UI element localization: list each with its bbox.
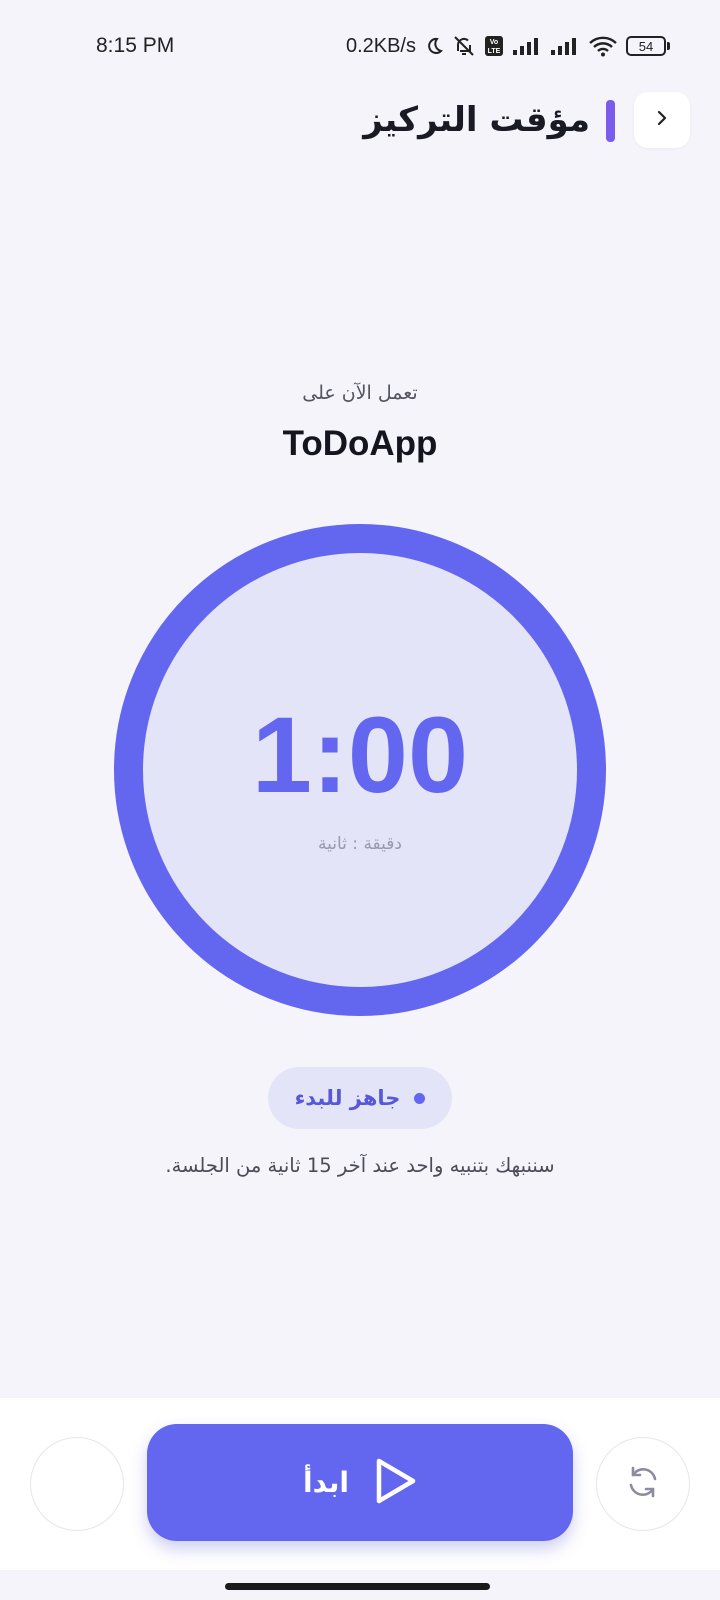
status-time: 8:15 PM bbox=[96, 34, 175, 57]
status-bar: 8:15 PM 0.2KB/s Vo LTE 54 bbox=[0, 0, 720, 92]
task-name: ToDoApp bbox=[282, 424, 438, 463]
battery-level: 54 bbox=[626, 36, 666, 56]
secondary-circle-button[interactable] bbox=[30, 1437, 124, 1531]
battery-icon: 54 bbox=[626, 36, 670, 56]
back-button[interactable] bbox=[634, 92, 690, 148]
reset-button[interactable] bbox=[596, 1437, 690, 1531]
status-icons: 0.2KB/s Vo LTE 54 bbox=[346, 34, 670, 58]
timer-units-label: دقيقة : ثانية bbox=[318, 834, 402, 854]
chevron-right-icon bbox=[652, 108, 672, 132]
signal-icon bbox=[512, 36, 542, 56]
alert-notice: سننبهك بتنبيه واحد عند آخر 15 ثانية من ا… bbox=[165, 1154, 555, 1177]
timer-value: 1:00 bbox=[251, 694, 469, 815]
volte-icon: Vo LTE bbox=[484, 35, 504, 57]
status-dot-icon bbox=[414, 1092, 426, 1104]
bell-off-icon bbox=[452, 34, 476, 58]
play-icon bbox=[373, 1457, 417, 1509]
network-speed: 0.2KB/s bbox=[345, 34, 416, 57]
status-badge: جاهز للبدء bbox=[268, 1067, 452, 1129]
svg-text:LTE: LTE bbox=[488, 48, 501, 55]
signal-icon bbox=[550, 36, 580, 56]
moon-icon bbox=[424, 36, 444, 56]
svg-text:Vo: Vo bbox=[490, 39, 498, 46]
page-title: مؤقت التركيز bbox=[363, 100, 590, 140]
start-button[interactable]: ابدأ bbox=[147, 1424, 573, 1541]
home-indicator[interactable] bbox=[225, 1583, 490, 1590]
header: مؤقت التركيز bbox=[0, 92, 720, 148]
wifi-icon bbox=[588, 35, 618, 57]
working-on-label: تعمل الآن على bbox=[302, 382, 418, 404]
title-accent-bar bbox=[606, 100, 615, 142]
status-label: جاهز للبدء bbox=[294, 1086, 401, 1110]
start-button-label: ابدأ bbox=[303, 1466, 349, 1499]
refresh-icon bbox=[624, 1463, 662, 1505]
